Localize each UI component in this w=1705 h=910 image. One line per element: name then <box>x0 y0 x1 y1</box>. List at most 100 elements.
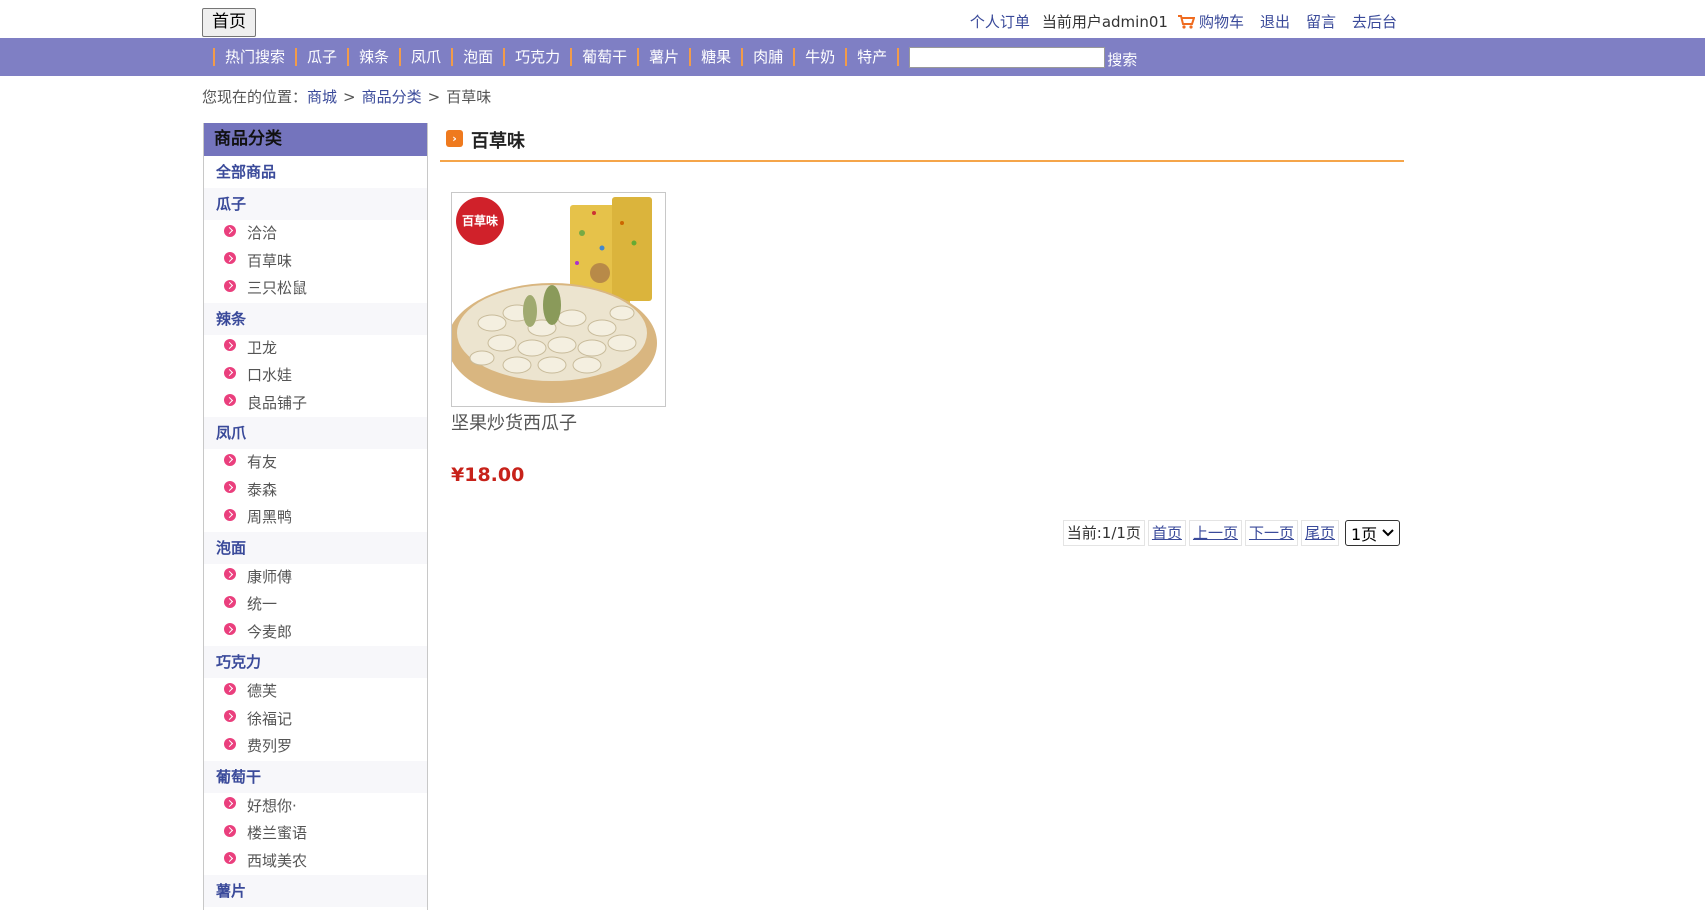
pager-prev[interactable]: 上一页 <box>1188 520 1242 546</box>
top-links: 个人订单 当前用户admin01 购物车 退出 留言 去后台 <box>954 11 1397 32</box>
sidebar-category: 薯片 <box>204 875 427 907</box>
sidebar-item[interactable]: 百草味 <box>204 248 427 276</box>
nav-item-chocolate[interactable]: 巧克力 <box>503 48 570 66</box>
sidebar-item[interactable]: 德芙 <box>204 678 427 706</box>
sidebar-item-label: 康师傅 <box>247 567 293 586</box>
section-title: 百草味 <box>471 131 525 152</box>
sidebar-item[interactable]: 西域美农 <box>204 848 427 876</box>
nav-inner: 热门搜索 瓜子 辣条 凤爪 泡面 巧克力 葡萄干 薯片 糖果 肉脯 牛奶 特产 … <box>213 38 1137 76</box>
sidebar-item-label: 泰森 <box>247 480 278 499</box>
bullet-arrow-icon <box>224 568 236 581</box>
sidebar-item[interactable]: 康师傅 <box>204 564 427 592</box>
sidebar-item[interactable]: 三只松鼠 <box>204 275 427 303</box>
sidebar-category-title[interactable]: 薯片 <box>204 875 427 907</box>
page-select-value: 1页 <box>1351 525 1378 544</box>
nav-item-fengzhua[interactable]: 凤爪 <box>399 48 451 66</box>
pager-last[interactable]: 尾页 <box>1300 520 1339 546</box>
breadcrumb-separator: > <box>343 88 356 106</box>
sidebar-category: 辣条 卫龙 口水娃 良品铺子 <box>204 302 427 418</box>
sidebar-item-label: 良品铺子 <box>247 393 308 412</box>
sidebar-item[interactable]: 周黑鸭 <box>204 504 427 532</box>
sidebar-item[interactable]: 有友 <box>204 449 427 477</box>
section-header: › 百草味 <box>440 124 1404 162</box>
sidebar-item-label: 楼兰蜜语 <box>247 824 308 842</box>
pager-current: 当前:1/1页 <box>1062 520 1145 546</box>
nav-item-paomian[interactable]: 泡面 <box>451 48 503 66</box>
sidebar-item-label: 有友 <box>247 453 278 471</box>
sidebar-item[interactable]: 统一 <box>204 591 427 619</box>
sidebar-all-products[interactable]: 全部商品 <box>204 156 427 188</box>
sidebar-item[interactable]: 好想你· <box>204 793 427 821</box>
nav-item-raisin[interactable]: 葡萄干 <box>570 48 637 66</box>
sidebar-item[interactable]: 泰森 <box>204 477 427 505</box>
sidebar-category-title[interactable]: 巧克力 <box>204 646 427 678</box>
cart-link[interactable]: 购物车 <box>1177 11 1244 32</box>
sidebar-item-label: 德芙 <box>247 682 278 700</box>
bullet-arrow-icon <box>224 394 236 407</box>
sidebar-item[interactable]: 费列罗 <box>204 733 427 761</box>
sidebar-category-title[interactable]: 辣条 <box>204 302 427 335</box>
nav-item-candy[interactable]: 糖果 <box>689 48 741 66</box>
bullet-arrow-icon <box>224 797 236 810</box>
sidebar-item-label: 百草味 <box>247 251 293 270</box>
breadcrumb-category[interactable]: 商品分类 <box>362 88 422 106</box>
product-card[interactable]: 百草味 坚果炒货西瓜子 <box>451 192 666 435</box>
orders-link[interactable]: 个人订单 <box>970 11 1030 32</box>
sidebar-item-label: 周黑鸭 <box>247 508 293 526</box>
page-select[interactable]: 1页 <box>1345 520 1400 546</box>
top-bar: 首页 个人订单 当前用户admin01 购物车 退出 留言 去后台 <box>0 0 1705 38</box>
sidebar-item[interactable]: 良品铺子 <box>204 390 427 418</box>
sidebar-item[interactable]: 卫龙 <box>204 335 427 363</box>
nav-item-specialty[interactable]: 特产 <box>845 48 897 66</box>
pager-next[interactable]: 下一页 <box>1244 520 1298 546</box>
sidebar-item[interactable]: 口水娃 <box>204 362 427 390</box>
section-arrow-icon: › <box>446 130 463 147</box>
sidebar-item[interactable]: 徐福记 <box>204 706 427 734</box>
breadcrumb-mall[interactable]: 商城 <box>307 88 337 106</box>
sidebar-item-label: 西域美农 <box>247 851 308 870</box>
sidebar-item-label: 口水娃 <box>247 366 293 384</box>
cart-label: 购物车 <box>1198 13 1244 31</box>
breadcrumb: 您现在的位置：商城 > 商品分类 > 百草味 <box>202 86 491 107</box>
bullet-arrow-icon <box>224 595 236 608</box>
sidebar-item[interactable]: 洽洽 <box>204 220 427 248</box>
sidebar-item-label: 卫龙 <box>247 338 278 357</box>
nav-item-milk[interactable]: 牛奶 <box>793 48 845 66</box>
product-image[interactable]: 百草味 <box>451 192 666 407</box>
brand-logo-text: 百草味 <box>461 214 498 228</box>
pagination: 当前:1/1页 首页 上一页 下一页 尾页 1页 <box>1060 520 1400 546</box>
sidebar-item[interactable]: 今麦郎 <box>204 619 427 647</box>
bullet-arrow-icon <box>224 453 236 466</box>
bullet-arrow-icon <box>224 339 236 352</box>
sidebar-category: 瓜子 洽洽 百草味 三只松鼠 <box>204 188 427 303</box>
breadcrumb-separator: > <box>427 88 441 106</box>
bullet-arrow-icon <box>224 824 236 837</box>
sidebar-item[interactable]: 楼兰蜜语 <box>204 820 427 848</box>
sidebar-category: 葡萄干 好想你· 楼兰蜜语 西域美农 <box>204 760 427 876</box>
search-button[interactable]: 搜索 <box>1107 49 1137 70</box>
sidebar-item-label: 洽洽 <box>247 224 278 242</box>
sidebar-category-title[interactable]: 葡萄干 <box>204 760 427 793</box>
bullet-arrow-icon <box>224 623 236 636</box>
sidebar-category-title[interactable]: 瓜子 <box>204 188 427 220</box>
home-button[interactable]: 首页 <box>202 8 256 37</box>
bullet-arrow-icon <box>224 481 236 494</box>
logout-link[interactable]: 退出 <box>1260 11 1290 32</box>
sidebar-category-title[interactable]: 凤爪 <box>204 417 427 449</box>
sidebar-category: 凤爪 有友 泰森 周黑鸭 <box>204 417 427 532</box>
message-link[interactable]: 留言 <box>1306 11 1336 32</box>
nav-item-hot-search[interactable]: 热门搜索 <box>213 48 295 66</box>
bullet-arrow-icon <box>224 224 236 237</box>
nav-item-guazi[interactable]: 瓜子 <box>295 48 347 66</box>
sidebar-item-label: 费列罗 <box>247 737 293 755</box>
nav-item-latiao[interactable]: 辣条 <box>347 48 399 66</box>
nav-item-chips[interactable]: 薯片 <box>637 48 689 66</box>
product-name[interactable]: 坚果炒货西瓜子 <box>451 409 666 435</box>
sidebar-category-title[interactable]: 泡面 <box>204 531 427 564</box>
nav-item-jerky[interactable]: 肉脯 <box>741 48 793 66</box>
admin-link[interactable]: 去后台 <box>1352 11 1397 32</box>
sidebar-item-label: 好想你· <box>247 796 297 815</box>
bullet-arrow-icon <box>224 252 236 265</box>
pager-first[interactable]: 首页 <box>1147 520 1186 546</box>
search-input[interactable] <box>909 46 1106 68</box>
